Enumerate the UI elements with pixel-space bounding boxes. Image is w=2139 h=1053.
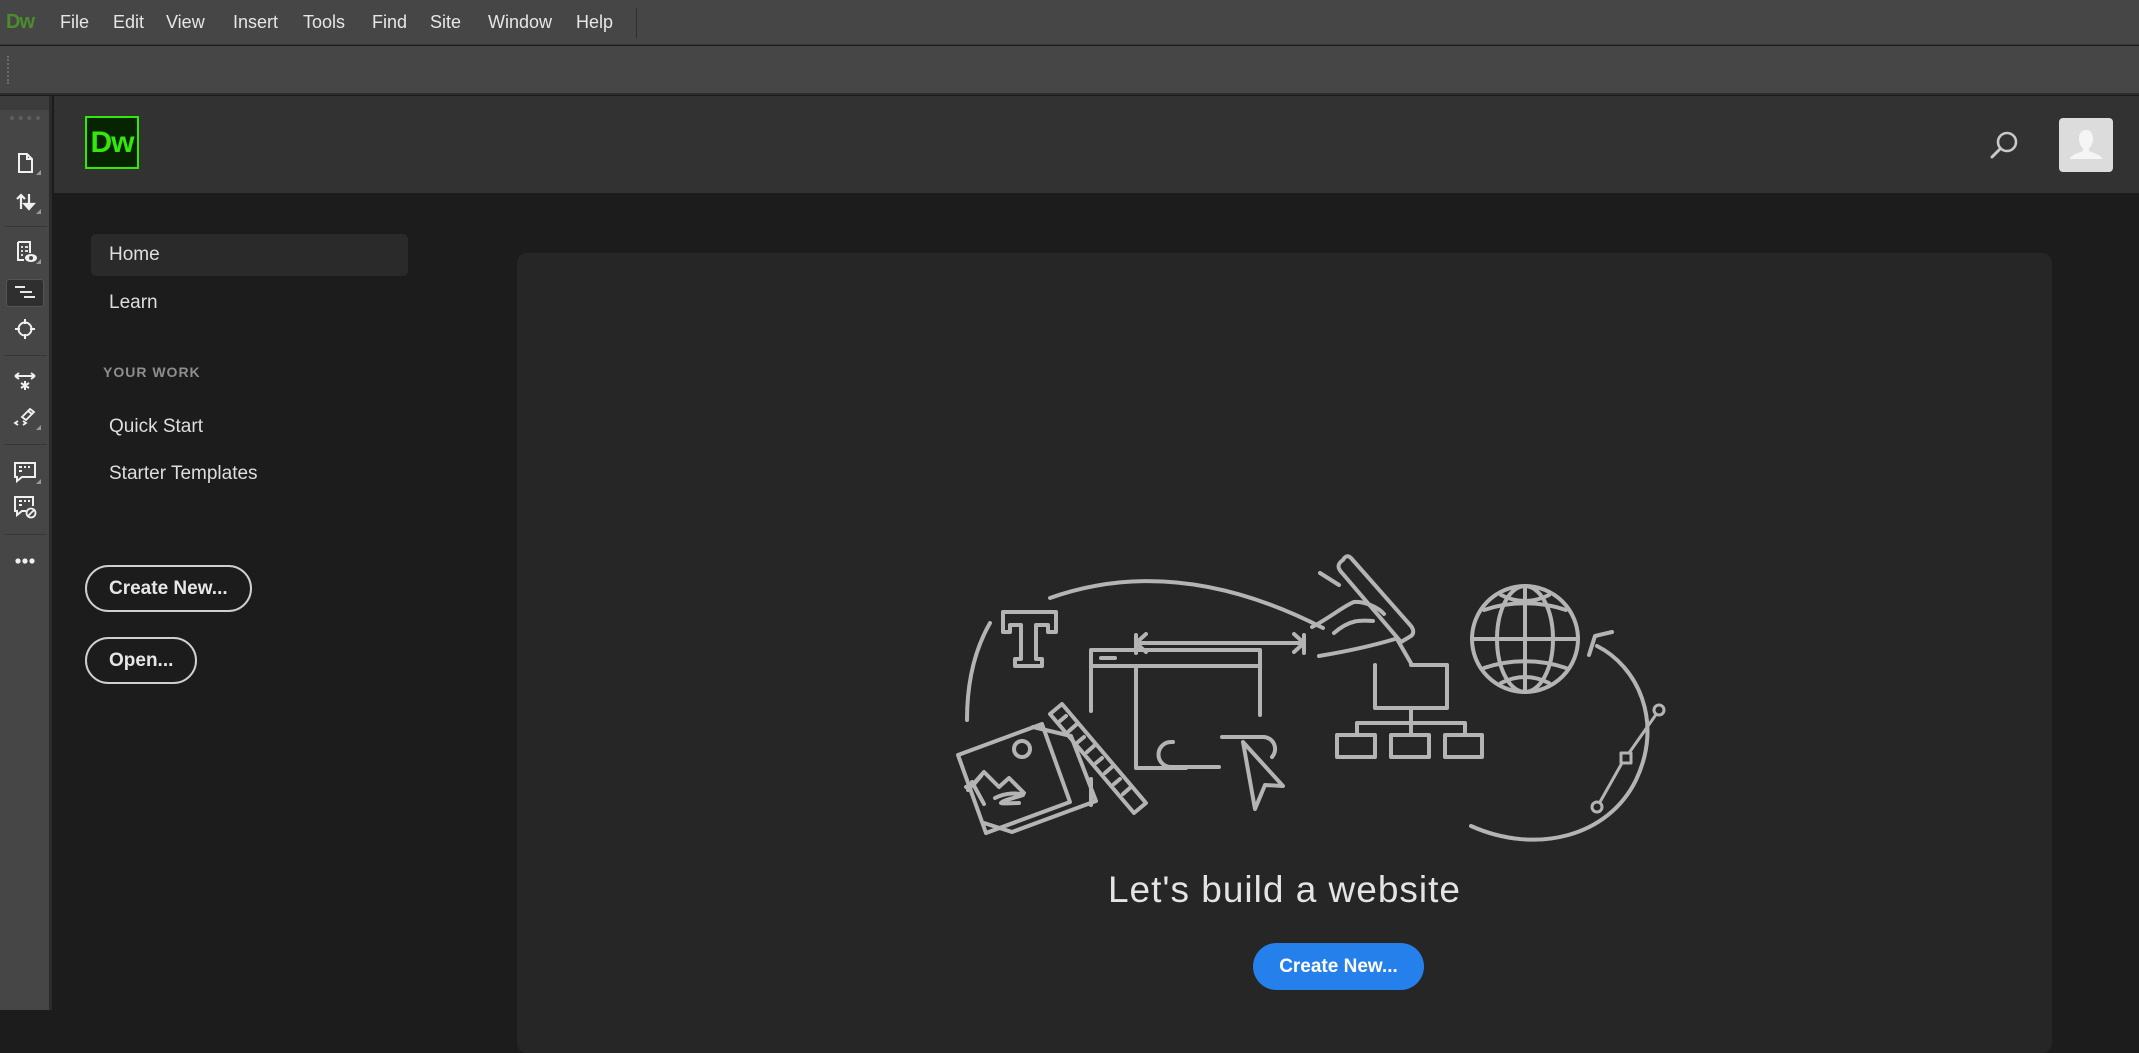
code-navigator-icon [15, 286, 35, 298]
menu-file[interactable]: File [60, 12, 89, 33]
live-view-tool[interactable] [6, 238, 44, 266]
menu-edit[interactable]: Edit [113, 12, 144, 33]
expand-collapse-tool[interactable] [6, 366, 44, 394]
toolbar-grip-handle[interactable] [7, 56, 10, 84]
nav-home[interactable]: Home [91, 234, 408, 276]
image-icon [956, 722, 1098, 835]
flyout-indicator [36, 479, 41, 484]
flyout-indicator [36, 425, 41, 430]
menu-find[interactable]: Find [372, 12, 407, 33]
live-view-icon [17, 241, 37, 262]
code-hint-icon [13, 407, 36, 426]
remove-comment-icon [14, 496, 37, 519]
comment-tool[interactable] [6, 458, 44, 486]
document-toolbar [0, 46, 2139, 95]
welcome-title: Let's build a website [1107, 869, 1462, 910]
more-options-icon [15, 558, 35, 564]
toolbar-grip-handle[interactable] [10, 116, 40, 120]
left-arc-decoration [965, 621, 992, 722]
search-icon[interactable] [1987, 129, 2021, 163]
more-options-tool[interactable] [6, 547, 44, 575]
file-transfer-tool[interactable] [6, 188, 44, 216]
website-building-illustration [956, 554, 1666, 842]
menu-bar: Dw File Edit View Insert Tools Find Site… [0, 0, 2139, 45]
toolbar-separator [5, 534, 47, 535]
code-hint-tool[interactable] [6, 404, 44, 432]
app-logo: Dw [6, 11, 35, 33]
hand-pen-icon [1310, 554, 1416, 667]
your-work-heading: YOUR WORK [103, 364, 201, 380]
toolbar-header [0, 96, 49, 110]
common-toolbar [0, 96, 52, 1010]
create-new-button[interactable]: Create New... [1253, 943, 1424, 990]
nav-starter-templates[interactable]: Starter Templates [91, 453, 408, 495]
menu-insert[interactable]: Insert [233, 12, 278, 33]
new-document-icon [18, 153, 33, 173]
menu-view[interactable]: View [166, 12, 205, 33]
toolbar-separator [5, 444, 47, 445]
menu-site[interactable]: Site [430, 12, 461, 33]
sidebar-open-button[interactable]: Open... [85, 637, 198, 684]
start-header: Dw [54, 96, 2139, 193]
sitemap-icon [1335, 663, 1484, 759]
code-navigator-tool[interactable] [6, 279, 44, 307]
start-screen: Dw Home Learn YOUR WORK Quick Start Star… [54, 96, 2139, 1053]
remove-comment-tool[interactable] [6, 493, 44, 521]
comment-icon [14, 462, 36, 484]
menu-window[interactable]: Window [488, 12, 552, 33]
cursor-button-icon [1156, 735, 1285, 811]
toolbar-separator [5, 226, 47, 227]
user-avatar-icon [2070, 130, 2102, 159]
toolbar-separator [5, 355, 47, 356]
menu-tools[interactable]: Tools [303, 12, 345, 33]
expand-collapse-icon [14, 372, 36, 390]
dreamweaver-logo: Dw [85, 116, 139, 169]
file-transfer-icon [16, 193, 36, 211]
top-arc-decoration [1048, 579, 1325, 630]
ruler-icon [1048, 702, 1148, 815]
typography-icon [1001, 610, 1058, 668]
welcome-card: Let's build a website Create New... [517, 253, 2052, 1053]
user-avatar[interactable] [2059, 118, 2113, 172]
menu-help[interactable]: Help [576, 12, 613, 33]
new-document-tool[interactable] [6, 149, 44, 177]
inspect-icon [15, 319, 35, 339]
flyout-indicator [36, 170, 41, 175]
menu-separator [636, 8, 637, 38]
nav-learn[interactable]: Learn [91, 282, 408, 324]
inspect-tool[interactable] [6, 315, 44, 343]
globe-icon [1470, 584, 1580, 694]
nav-quick-start[interactable]: Quick Start [91, 406, 408, 448]
flyout-indicator [36, 209, 41, 214]
flyout-indicator [36, 259, 41, 264]
sidebar-create-new-button[interactable]: Create New... [85, 565, 252, 612]
